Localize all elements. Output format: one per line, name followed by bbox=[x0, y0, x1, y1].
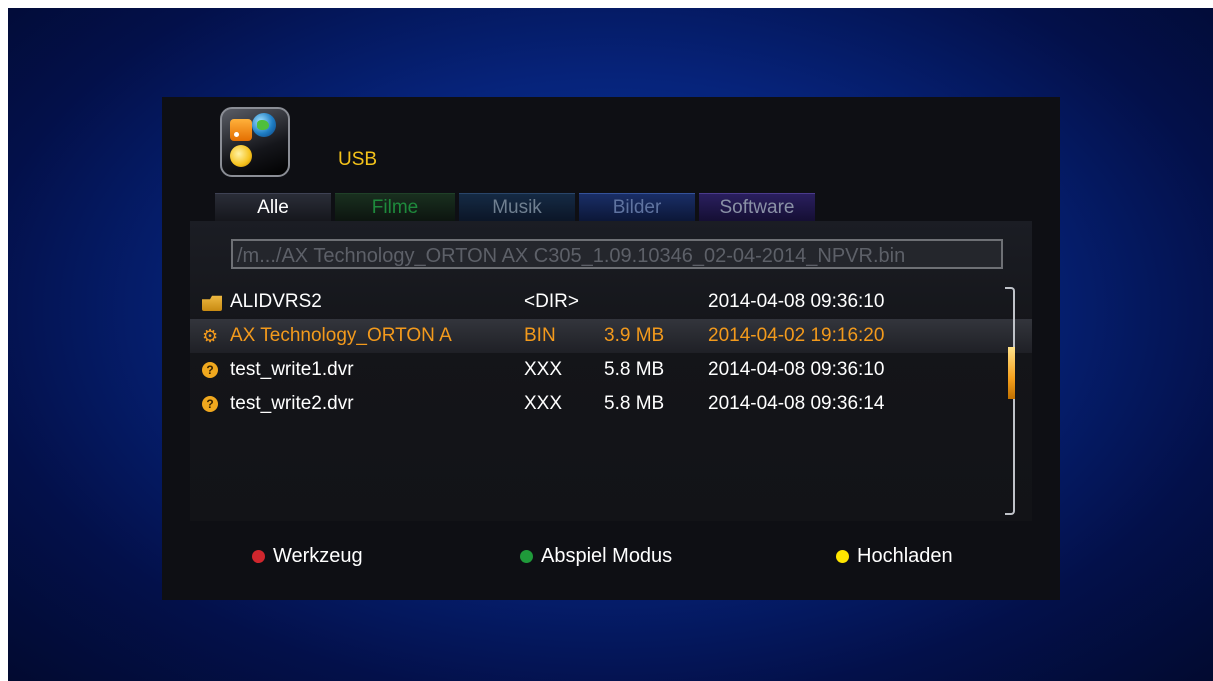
color-key-footer: Werkzeug Abspiel Modus Hochladen bbox=[162, 545, 1060, 575]
red-key-label: Werkzeug bbox=[273, 545, 363, 567]
file-size: 5.8 MB bbox=[604, 359, 665, 380]
file-row[interactable]: ALIDVRS2 <DIR> 2014-04-08 09:36:10 bbox=[190, 285, 1032, 319]
firmware-icon: ⚙ bbox=[202, 326, 219, 346]
file-date: 2014-04-08 09:36:10 bbox=[708, 359, 885, 380]
unknown-file-icon: ? bbox=[202, 362, 218, 378]
bulb-icon bbox=[230, 145, 252, 167]
file-date: 2014-04-02 19:16:20 bbox=[708, 325, 885, 346]
file-name: ALIDVRS2 bbox=[230, 291, 322, 312]
page-title: USB bbox=[338, 149, 378, 170]
file-size: 5.8 MB bbox=[604, 393, 665, 414]
file-size: 3.9 MB bbox=[604, 325, 665, 346]
red-key-hint[interactable]: Werkzeug bbox=[252, 545, 363, 568]
file-row-selected[interactable]: ⚙ AX Technology_ORTON A BIN 3.9 MB 2014-… bbox=[190, 319, 1032, 353]
file-type: <DIR> bbox=[524, 291, 579, 312]
file-list-area: /m.../AX Technology_ORTON AX C305_1.09.1… bbox=[190, 221, 1032, 521]
file-name: test_write1.dvr bbox=[230, 359, 354, 380]
file-type: XXX bbox=[524, 393, 563, 414]
globe-icon bbox=[252, 113, 276, 137]
folder-icon bbox=[202, 295, 222, 311]
tab-software[interactable]: Software bbox=[699, 193, 815, 222]
tab-bilder[interactable]: Bilder bbox=[579, 193, 695, 222]
media-browser-panel: USB Alle Filme Musik Bilder Software /m.… bbox=[162, 97, 1060, 600]
file-date: 2014-04-08 09:36:14 bbox=[708, 393, 885, 414]
path-field: /m.../AX Technology_ORTON AX C305_1.09.1… bbox=[231, 239, 1003, 269]
tab-filme[interactable]: Filme bbox=[335, 193, 455, 222]
file-date: 2014-04-08 09:36:10 bbox=[708, 291, 885, 312]
file-type: XXX bbox=[524, 359, 563, 380]
file-name: test_write2.dvr bbox=[230, 393, 354, 414]
unknown-file-icon: ? bbox=[202, 396, 218, 412]
tab-musik[interactable]: Musik bbox=[459, 193, 575, 222]
scrollbar-thumb[interactable] bbox=[1008, 347, 1015, 399]
green-button-icon bbox=[520, 550, 533, 563]
tv-screen: USB Alle Filme Musik Bilder Software /m.… bbox=[8, 8, 1213, 681]
rss-icon bbox=[230, 119, 252, 141]
scrollbar[interactable] bbox=[1005, 287, 1015, 515]
green-key-hint[interactable]: Abspiel Modus bbox=[520, 545, 672, 568]
yellow-key-hint[interactable]: Hochladen bbox=[836, 545, 953, 568]
yellow-key-label: Hochladen bbox=[857, 545, 953, 567]
red-button-icon bbox=[252, 550, 265, 563]
file-name: AX Technology_ORTON A bbox=[230, 325, 452, 346]
media-app-icon bbox=[220, 107, 290, 177]
green-key-label: Abspiel Modus bbox=[541, 545, 673, 567]
file-row[interactable]: ? test_write2.dvr XXX 5.8 MB 2014-04-08 … bbox=[190, 387, 1032, 421]
file-list: ALIDVRS2 <DIR> 2014-04-08 09:36:10 ⚙ AX … bbox=[190, 285, 1032, 421]
yellow-button-icon bbox=[836, 550, 849, 563]
tab-alle[interactable]: Alle bbox=[215, 193, 331, 222]
file-type: BIN bbox=[524, 325, 556, 346]
file-row[interactable]: ? test_write1.dvr XXX 5.8 MB 2014-04-08 … bbox=[190, 353, 1032, 387]
